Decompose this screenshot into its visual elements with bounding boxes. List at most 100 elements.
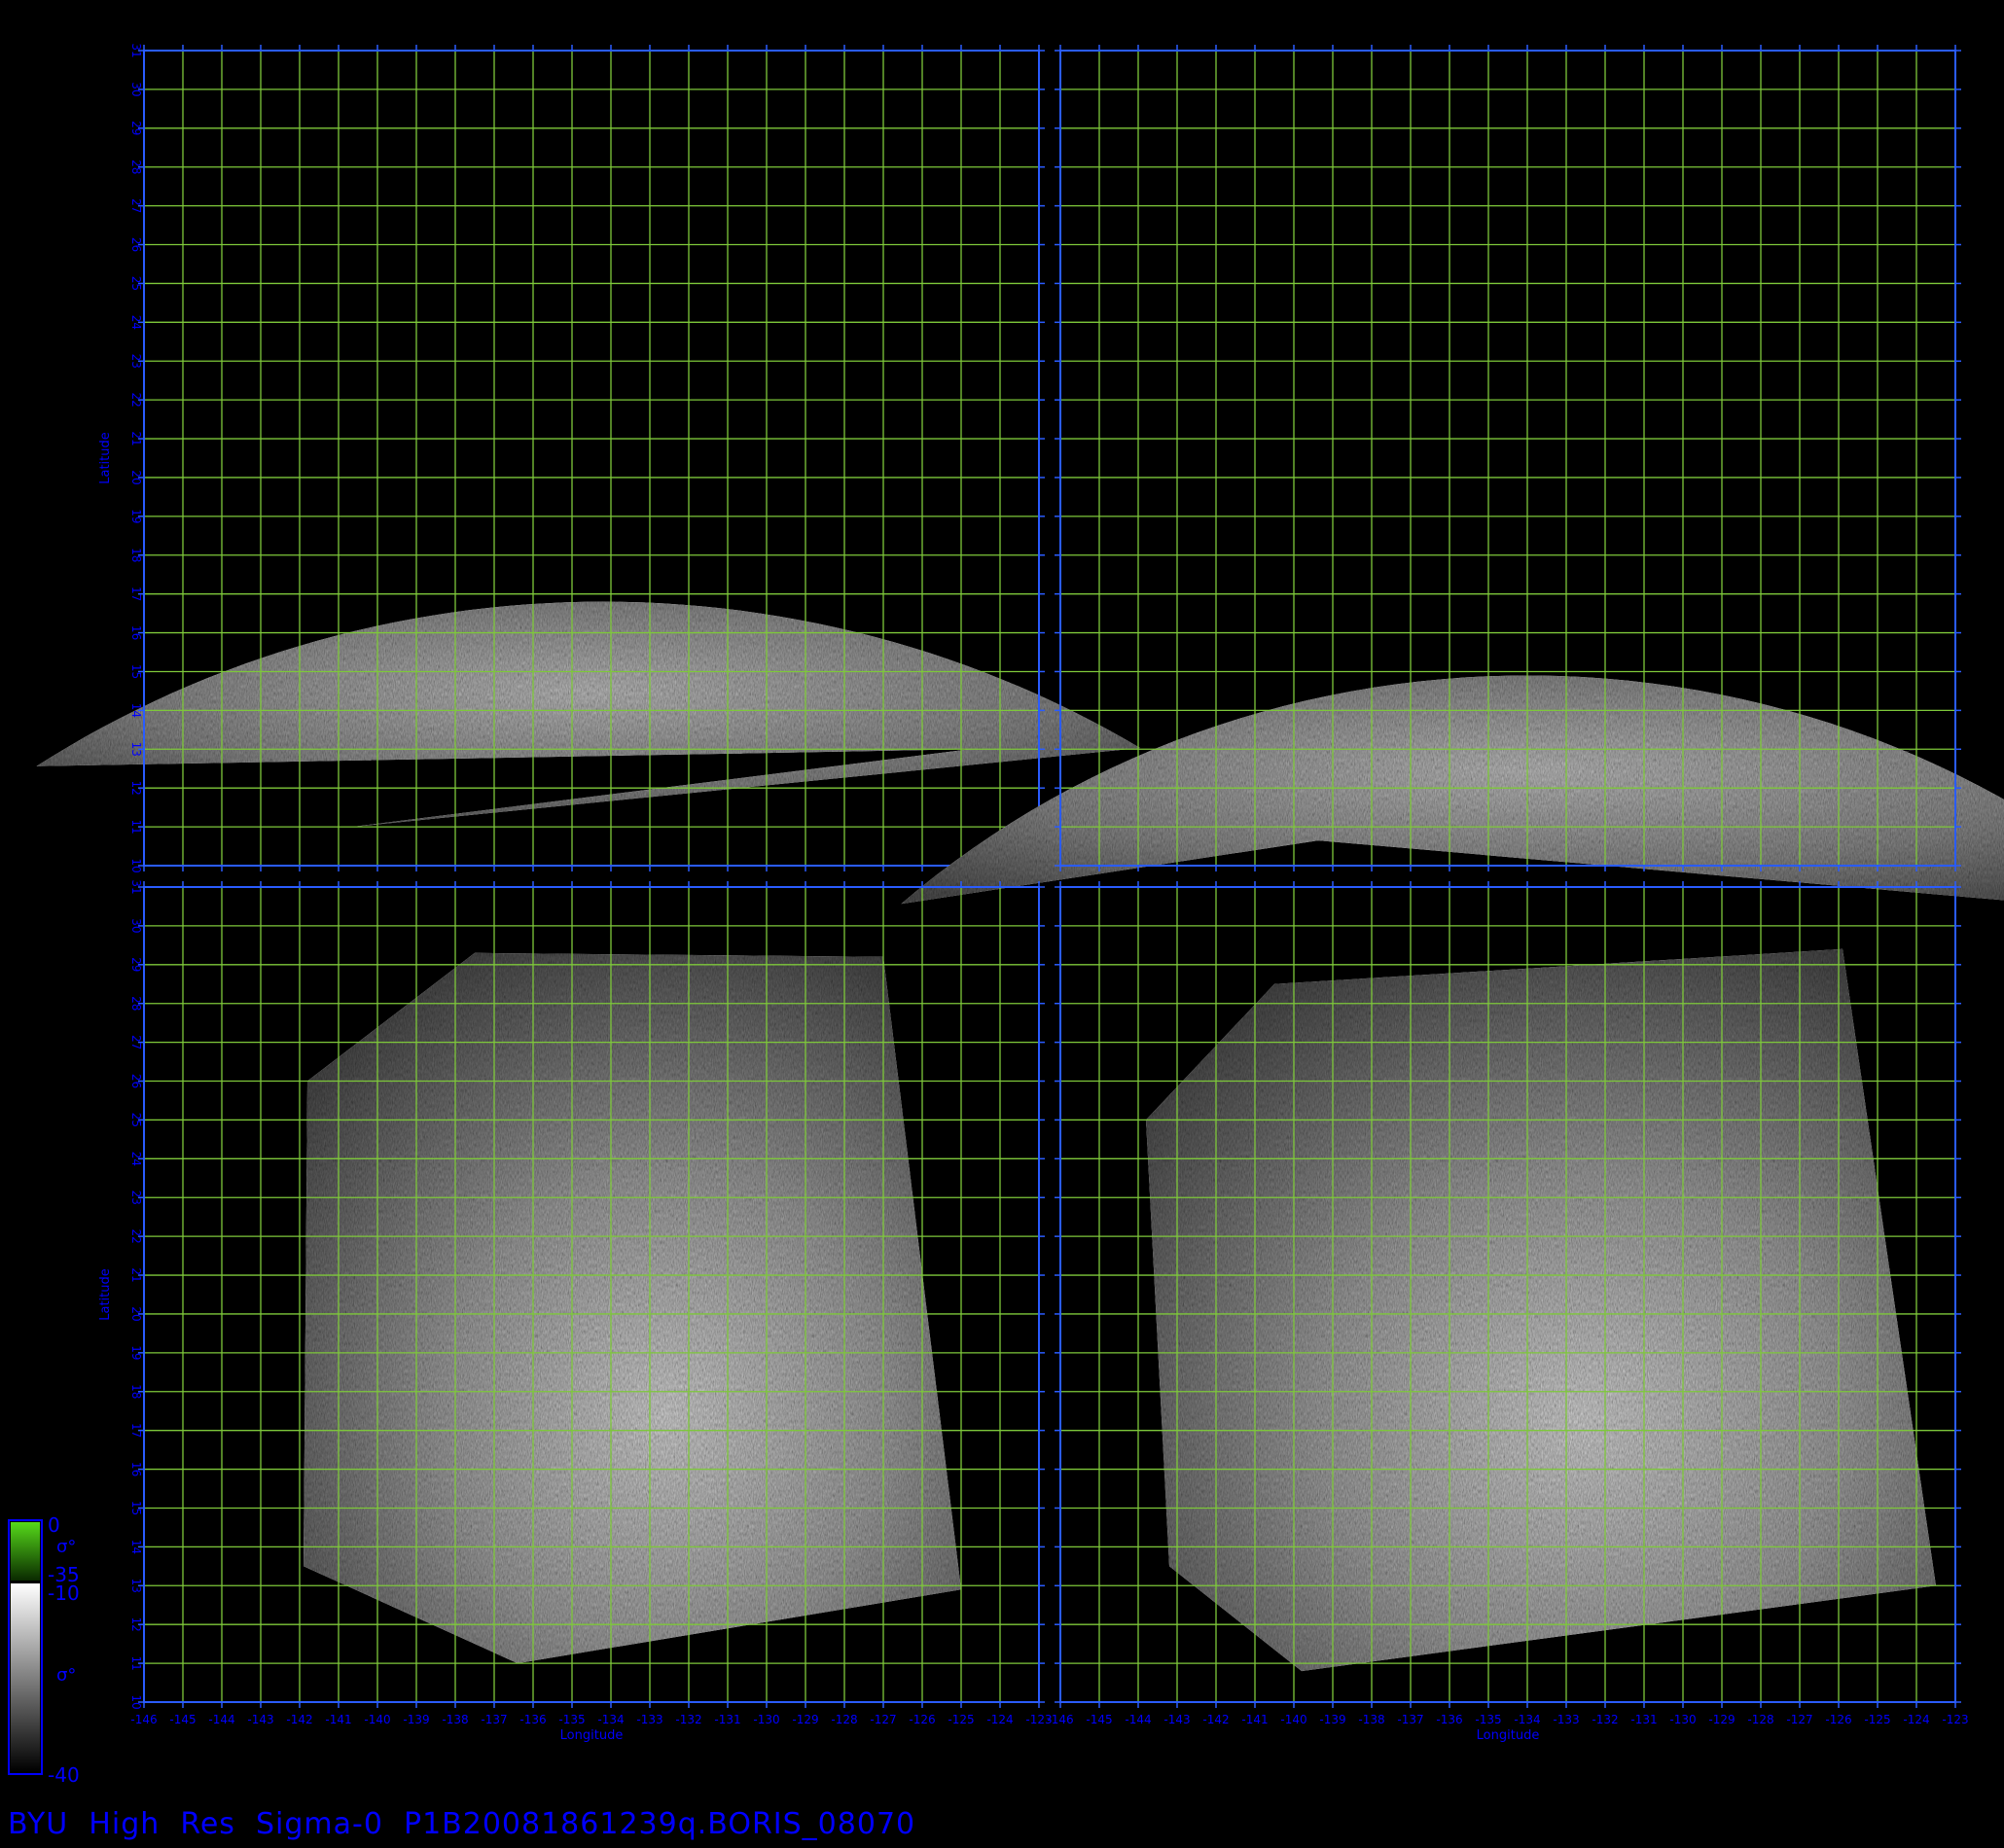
lat-tick-label: 26 [129, 1074, 143, 1088]
lon-tick-label: -129 [1708, 1713, 1735, 1726]
lat-tick-label: 14 [129, 1540, 143, 1554]
lat-tick-label: 26 [129, 237, 143, 252]
lat-tick-label: 11 [129, 1655, 143, 1670]
lon-tick-label: -124 [986, 1713, 1013, 1726]
lat-tick-label: 18 [129, 1384, 143, 1399]
lat-tick-label: 20 [129, 470, 143, 484]
lat-tick-label: 28 [129, 160, 143, 174]
lat-tick-label: 12 [129, 1617, 143, 1632]
lat-tick-label: 22 [129, 393, 143, 408]
y-axis-label: Latitude [98, 1268, 113, 1321]
lat-tick-label: 25 [129, 276, 143, 291]
colorbar-top-label: 0 [48, 1513, 60, 1537]
colorbar-mid-gray-label: -10 [48, 1581, 80, 1605]
lat-tick-label: 15 [129, 664, 143, 679]
lon-tick-label: -143 [1163, 1713, 1190, 1726]
lat-tick-label: 16 [129, 625, 143, 640]
lat-tick-label: 25 [129, 1113, 143, 1127]
lon-tick-label: -138 [442, 1713, 468, 1726]
colorbar-gray-segment [11, 1583, 40, 1772]
lon-tick-label: -144 [208, 1713, 234, 1726]
lat-tick-label: 14 [129, 703, 143, 718]
x-axis-label: Longitude [560, 1728, 624, 1743]
colorbar-bottom-label: -40 [48, 1763, 80, 1787]
lon-tick-label: -127 [870, 1713, 896, 1726]
lon-tick-label: -140 [1280, 1713, 1306, 1726]
lat-tick-label: 18 [129, 548, 143, 562]
panel-bottom-left: 10 11 12 13 14 15 16 17 18 19 20 21 22 23 24 25 26 27 28 29… [98, 879, 1053, 1743]
y-axis-label: Latitude [98, 432, 113, 484]
panel-bottom-right: -146 -145 -144 -143 -142 -141 -140 -139 -138 -137… [1047, 881, 1969, 1743]
colorbar-top-sigma: σ° [56, 1537, 76, 1557]
lon-tick-label: -145 [169, 1713, 196, 1726]
lat-tick-label: 13 [129, 742, 143, 757]
lon-tick-label: -126 [1825, 1713, 1851, 1726]
lat-tick-label: 23 [129, 354, 143, 369]
colorbar-green-segment [11, 1522, 40, 1581]
lat-tick-label: 19 [129, 509, 143, 523]
lon-tick-label: -133 [1553, 1713, 1579, 1726]
lon-tick-label: -136 [519, 1713, 546, 1726]
lon-tick-label: -124 [1903, 1713, 1929, 1726]
lat-tick-label: 20 [129, 1306, 143, 1321]
lat-tick-label: 24 [129, 1152, 143, 1166]
lon-tick-label: -141 [325, 1713, 351, 1726]
lat-tick-label: 29 [129, 957, 143, 972]
lat-tick-label: 30 [129, 918, 143, 933]
lon-tick-label: -141 [1241, 1713, 1268, 1726]
lat-tick-label: 31 [129, 879, 143, 894]
lat-tick-label: 16 [129, 1462, 143, 1476]
lon-tick-label: -123 [1942, 1713, 1968, 1726]
lat-tick-label: 22 [129, 1229, 143, 1244]
lon-tick-label: -144 [1125, 1713, 1151, 1726]
lon-tick-label: -137 [481, 1713, 507, 1726]
lon-tick-label: -133 [636, 1713, 662, 1726]
lon-tick-label: -127 [1786, 1713, 1812, 1726]
swath-image [1146, 948, 1936, 1672]
lat-tick-label: 28 [129, 996, 143, 1011]
lat-tick-label: 10 [129, 1694, 143, 1709]
lat-tick-label: 31 [129, 43, 143, 57]
scatterometer-image: 10 11 12 13 14 15 16 17 18 19 20 21 22 23 24 25 26 27 28 29… [8, 43, 2004, 1787]
lon-tick-label: -142 [286, 1713, 312, 1726]
lon-tick-label: -131 [1630, 1713, 1657, 1726]
lat-tick-label: 21 [129, 431, 143, 445]
swath-image [304, 952, 961, 1664]
lat-tick-label: 17 [129, 1423, 143, 1438]
lon-tick-label: -125 [948, 1713, 974, 1726]
panel-top-right [901, 45, 2004, 905]
colorbar-bottom-sigma: σ° [56, 1665, 76, 1686]
lon-tick-label: -139 [403, 1713, 429, 1726]
image-caption: BYU High Res Sigma-0 P1B20081861239q.BOR… [8, 1807, 916, 1841]
lat-tick-label: 13 [129, 1579, 143, 1593]
lon-tick-label: -130 [753, 1713, 779, 1726]
lat-tick-label: 21 [129, 1267, 143, 1282]
lon-tick-label: -136 [1436, 1713, 1462, 1726]
panel-top-left: 10 11 12 13 14 15 16 17 18 19 20 21 22 23 24 25 26 27 28 29… [36, 43, 1140, 873]
lon-tick-label: -125 [1864, 1713, 1890, 1726]
lat-tick-label: 23 [129, 1191, 143, 1205]
lon-tick-label: -132 [1592, 1713, 1618, 1726]
lon-tick-label: -135 [1475, 1713, 1501, 1726]
swath-image [36, 601, 1140, 828]
lon-tick-label: -138 [1358, 1713, 1384, 1726]
lon-tick-label: -140 [364, 1713, 390, 1726]
lat-tick-label: 24 [129, 315, 143, 330]
lat-tick-label: 27 [129, 1035, 143, 1049]
lon-tick-label: -128 [1747, 1713, 1773, 1726]
lon-tick-label: -135 [558, 1713, 585, 1726]
lon-tick-label: -132 [675, 1713, 701, 1726]
lon-tick-label: -131 [714, 1713, 740, 1726]
lon-tick-label: -130 [1669, 1713, 1696, 1726]
lat-tick-label: 30 [129, 82, 143, 96]
lon-tick-label: -146 [1047, 1713, 1073, 1726]
lat-tick-label: 27 [129, 198, 143, 213]
lon-tick-label: -126 [909, 1713, 935, 1726]
x-axis-label: Longitude [1477, 1728, 1540, 1743]
lon-tick-label: -139 [1319, 1713, 1345, 1726]
lat-tick-label: 10 [129, 858, 143, 872]
lon-tick-label: -137 [1397, 1713, 1423, 1726]
lat-tick-label: 12 [129, 781, 143, 796]
lon-tick-label: -143 [247, 1713, 273, 1726]
lat-tick-label: 19 [129, 1345, 143, 1360]
